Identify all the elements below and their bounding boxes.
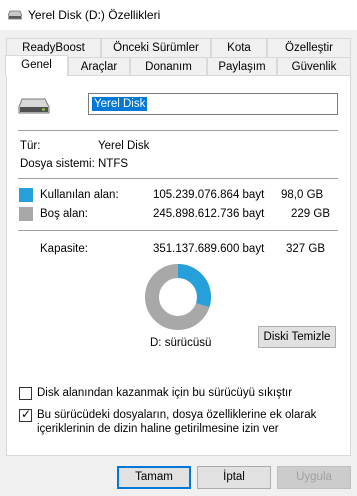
file-system-value: NTFS xyxy=(98,158,129,170)
free-space-label: Boş alan: xyxy=(40,208,88,220)
index-label-line2: içeriklerinin de dizin haline getirilmes… xyxy=(37,423,279,435)
file-system-label: Dosya sistemi: xyxy=(20,158,95,170)
apply-button[interactable]: Uygula xyxy=(277,466,351,489)
tab-quota[interactable]: Kota xyxy=(211,38,267,57)
divider xyxy=(18,178,338,179)
divider xyxy=(18,230,338,231)
ok-button[interactable]: Tamam xyxy=(117,466,191,489)
window-title: Yerel Disk (D:) Özellikleri xyxy=(28,8,161,22)
index-label-line1: Bu sürücüdeki dosyaların, dosya özellikl… xyxy=(37,409,317,421)
used-space-bytes: 105.239.076.864 bayt xyxy=(153,189,265,201)
disk-cleanup-button[interactable]: Diski Temizle xyxy=(258,326,336,348)
divider xyxy=(18,130,338,131)
capacity-size: 327 GB xyxy=(286,243,325,255)
tab-security[interactable]: Güvenlik xyxy=(277,57,351,76)
tab-customize[interactable]: Özelleştir xyxy=(267,38,351,57)
free-space-bytes: 245.898.612.736 bayt xyxy=(153,208,265,220)
type-value: Yerel Disk xyxy=(98,140,150,152)
tab-previous-versions[interactable]: Önceki Sürümler xyxy=(101,38,211,57)
used-space-color xyxy=(19,188,33,202)
compress-checkbox[interactable] xyxy=(19,387,32,400)
tab-general[interactable]: Genel xyxy=(5,55,68,76)
used-space-size: 98,0 GB xyxy=(281,189,324,201)
index-checkbox[interactable]: ✓ xyxy=(19,407,32,422)
drive-label: D: sürücüsü xyxy=(150,337,212,349)
checkmark-icon: ✓ xyxy=(21,407,32,421)
volume-name-text: Yerel Disk xyxy=(92,97,148,111)
drive-icon xyxy=(8,10,22,20)
usage-donut-chart xyxy=(145,264,211,330)
tab-tools[interactable]: Araçlar xyxy=(68,57,130,76)
used-space-label: Kullanılan alan: xyxy=(40,189,119,201)
capacity-label: Kapasite: xyxy=(40,243,88,255)
drive-large-icon xyxy=(18,98,50,114)
tab-hardware[interactable]: Donanım xyxy=(130,57,207,76)
volume-name-field[interactable]: Yerel Disk xyxy=(88,93,338,115)
compress-label: Disk alanından kazanmak için bu sürücüyü… xyxy=(37,387,293,399)
free-space-size: 229 GB xyxy=(291,208,330,220)
used-space-arc xyxy=(177,264,211,308)
tab-sharing[interactable]: Paylaşım xyxy=(207,57,277,76)
free-space-color xyxy=(19,207,33,221)
cancel-button[interactable]: İptal xyxy=(197,466,271,489)
type-label: Tür: xyxy=(20,140,41,152)
capacity-bytes: 351.137.689.600 bayt xyxy=(153,243,265,255)
